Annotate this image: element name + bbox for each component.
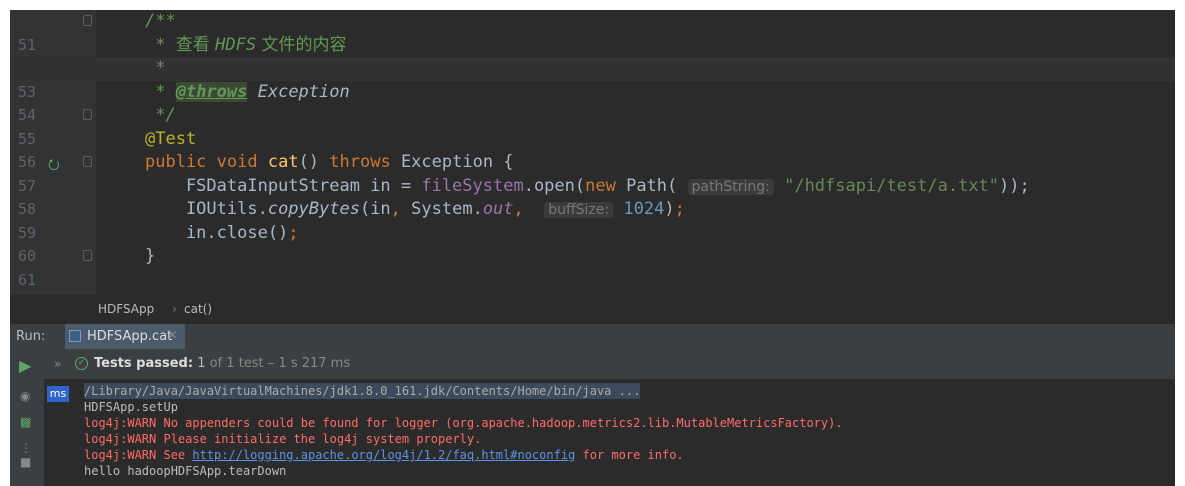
code-text: Path( <box>615 175 678 196</box>
doc-comment-text: 文件的内容 <box>256 34 347 55</box>
console-line: log4j:WARN Please initialize the log4j s… <box>84 432 482 446</box>
code-text: in.close() <box>145 222 289 243</box>
console-output[interactable]: /Library/Java/JavaVirtualMachines/jdk1.8… <box>70 379 1175 486</box>
code-text: (in <box>359 199 391 219</box>
breadcrumb-class[interactable]: HDFSApp <box>98 302 154 316</box>
ms-badge: ms <box>47 386 69 402</box>
field-reference: fileSystem <box>421 175 524 196</box>
console-link[interactable]: http://logging.apache.org/log4j/1.2/faq.… <box>192 448 575 462</box>
console-line: HDFSApp.setUp <box>84 400 178 414</box>
expand-chevron-icon[interactable]: » <box>54 357 61 371</box>
code-text: .open( <box>523 175 586 196</box>
doc-comment: * <box>145 34 176 55</box>
test-status-bar: ▶ » ✓ Tests passed: 1 of 1 test – 1 s 21… <box>10 349 1175 379</box>
run-config-tab[interactable]: HDFSApp.cat × <box>65 324 185 350</box>
keyword: new <box>585 175 616 196</box>
breadcrumb: HDFSApp › cat() <box>10 295 1175 323</box>
code-line[interactable]: 60 in.close(); <box>10 222 1175 266</box>
method-name: cat <box>267 152 299 172</box>
doc-comment-hdfs: HDFS <box>215 34 257 55</box>
string-literal: "/hdfsapi/test/a.txt" <box>784 175 1000 196</box>
console-warn-text: for more info. <box>575 448 684 462</box>
tests-duration: of 1 test – 1 s 217 ms <box>209 356 351 371</box>
run-config-icon <box>69 330 81 342</box>
number-literal: 1024 <box>623 199 665 219</box>
doc-comment: * <box>145 58 166 78</box>
test-passed-icon: ✓ <box>75 357 88 370</box>
console-line[interactable]: /Library/Java/JavaVirtualMachines/jdk1.8… <box>84 383 641 399</box>
run-tool-window-header: Run: HDFSApp.cat × <box>10 323 1175 350</box>
parameter-hint: pathString: <box>687 178 774 195</box>
static-method: copyBytes <box>267 199 360 219</box>
code-line[interactable]: 55 */ <box>10 104 1175 148</box>
annotation: @Test <box>145 128 197 149</box>
code-line[interactable]: 57 ⭮ public void cat() throws Exception … <box>10 151 1175 195</box>
code-line[interactable]: 58 FSDataInputStream in = fileSystem.ope… <box>10 175 1175 219</box>
code-text: System. <box>400 199 483 219</box>
fold-marker-icon[interactable] <box>83 156 92 167</box>
doc-comment: * <box>145 81 176 102</box>
code-line[interactable]: 51 /** <box>10 10 1175 54</box>
doc-comment: */ <box>145 105 176 125</box>
run-side-toolbar: ◉ ▩ ⋮ ■ <box>10 379 44 486</box>
rerun-play-icon[interactable]: ▶ <box>19 356 31 375</box>
tests-passed-count: 1 <box>197 356 206 371</box>
tests-passed-status: Tests passed: 1 of 1 test – 1 s 217 ms <box>94 356 350 371</box>
code-text: )); <box>999 175 1030 196</box>
code-editor[interactable]: 51 /** 52 * 查看 HDFS 文件的内容 53 * 54 * @thr… <box>10 10 1175 312</box>
code-text: Exception { <box>390 152 514 172</box>
code-line[interactable]: 54 * @throws Exception <box>10 81 1175 124</box>
console-line: log4j:WARN No appenders could be found f… <box>84 416 843 430</box>
javadoc-throws-tag[interactable]: @throws <box>175 81 248 102</box>
keyword: throws <box>329 152 391 172</box>
ide-window: 51 /** 52 * 查看 HDFS 文件的内容 53 * 54 * @thr… <box>10 10 1175 486</box>
breadcrumb-method[interactable]: cat() <box>184 302 212 316</box>
static-field: out <box>482 199 514 219</box>
rerun-failed-icon[interactable]: ▩ <box>20 415 32 429</box>
run-label: Run: <box>16 329 46 344</box>
console-line: log4j:WARN See http://logging.apache.org… <box>84 447 684 463</box>
code-text: () <box>298 152 330 172</box>
console-line: hello hadoopHDFSApp.tearDown <box>84 464 287 478</box>
run-config-tab-label: HDFSApp.cat <box>87 329 173 344</box>
semicolon: ; <box>674 199 685 219</box>
toggle-icon[interactable]: ⋮ <box>20 441 32 455</box>
semicolon: ; <box>288 222 299 243</box>
parameter-hint: buffSize: <box>544 202 614 218</box>
code-text: IOUtils. <box>145 199 268 219</box>
console-warn-text: log4j:WARN See <box>84 448 193 462</box>
keyword: void <box>206 152 268 172</box>
keyword: public <box>145 152 207 172</box>
code-line[interactable]: 62 <box>10 269 1175 312</box>
stop-icon[interactable]: ◉ <box>20 389 32 403</box>
layout-icon[interactable]: ■ <box>20 455 32 469</box>
comma: , <box>513 199 524 219</box>
fold-marker-icon[interactable] <box>83 250 92 261</box>
code-line[interactable]: 56 @Test <box>10 128 1175 172</box>
code-line-current[interactable]: 53 * <box>10 57 1175 101</box>
doc-exception: Exception <box>247 81 350 102</box>
tests-passed-label: Tests passed: <box>94 356 194 371</box>
doc-comment-text: 查看 <box>175 34 216 55</box>
code-text: } <box>145 246 156 266</box>
code-line[interactable]: 61 } <box>10 245 1175 289</box>
code-line[interactable]: 52 * 查看 HDFS 文件的内容 <box>10 34 1175 78</box>
close-tab-icon[interactable]: × <box>167 328 178 343</box>
code-text: FSDataInputStream in = <box>145 175 422 196</box>
code-line[interactable]: 59 IOUtils.copyBytes(in, System.out, buf… <box>10 198 1175 242</box>
fold-marker-icon[interactable] <box>83 109 92 120</box>
comma: , <box>390 199 401 219</box>
code-text: ) <box>664 199 675 219</box>
breadcrumb-separator: › <box>172 302 177 316</box>
doc-comment: /** <box>145 11 176 31</box>
fold-marker-icon[interactable] <box>83 15 92 26</box>
